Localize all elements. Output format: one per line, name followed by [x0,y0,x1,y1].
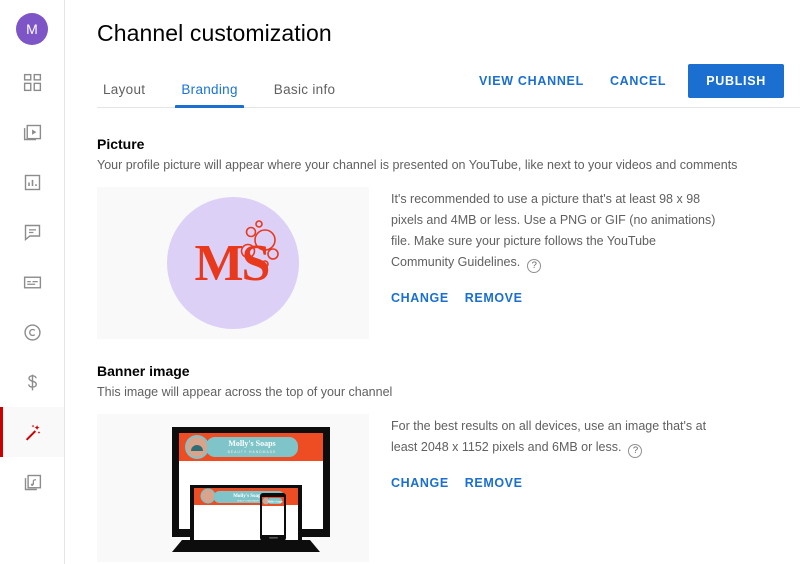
picture-section-title: Picture [97,136,784,152]
picture-action-links: CHANGE REMOVE [391,289,721,307]
sidebar-item-dashboard[interactable] [0,57,64,107]
picture-section-body: M S It [97,187,784,339]
subtitles-icon [22,272,43,293]
header-actions: VIEW CHANNEL CANCEL PUBLISH [467,64,784,107]
banner-change-button[interactable]: CHANGE [391,474,449,492]
tabbar-row: Layout Branding Basic info VIEW CHANNEL … [97,63,800,108]
banner-subtitle-text: BEAUTY HANDMADE [228,450,277,454]
sidebar-item-comments[interactable] [0,207,64,257]
sidebar-item-content[interactable] [0,107,64,157]
comment-bubble-icon [22,222,43,243]
banner-requirements-text: For the best results on all devices, use… [391,416,721,458]
help-icon[interactable]: ? [628,444,642,458]
cancel-button[interactable]: CANCEL [598,66,678,96]
picture-section-description: Your profile picture will appear where y… [97,157,784,174]
analytics-bar-chart-icon [22,172,43,193]
banner-device-preview-image: Molly's Soaps BEAUTY HANDMADE Molly's So… [108,418,358,558]
profile-picture-image: M S [153,188,313,338]
sidebar-item-subtitles[interactable] [0,257,64,307]
sidebar-nav [0,57,64,507]
picture-info-column: It's recommended to use a picture that's… [391,187,721,307]
tab-layout[interactable]: Layout [97,83,163,108]
tab-basic-info[interactable]: Basic info [256,83,354,108]
channel-avatar-container[interactable]: M [0,0,64,57]
picture-requirements-label: It's recommended to use a picture that's… [391,192,715,269]
svg-text:Molly's Soaps: Molly's Soaps [267,500,282,503]
profile-picture-preview[interactable]: M S [97,187,369,339]
sidebar-item-monetization[interactable] [0,357,64,407]
page-title: Channel customization [97,0,800,47]
video-library-icon [22,122,43,143]
sidebar: M [0,0,65,564]
banner-requirements-label: For the best results on all devices, use… [391,419,706,454]
tab-list: Layout Branding Basic info [97,83,353,108]
music-note-icon [22,472,43,493]
main-content: Channel customization Layout Branding Ba… [65,0,800,564]
tab-branding[interactable]: Branding [163,83,255,108]
banner-section-description: This image will appear across the top of… [97,384,784,401]
svg-text:BEAUTY HANDMADE: BEAUTY HANDMADE [237,499,259,502]
svg-text:Molly's Soaps: Molly's Soaps [233,494,263,499]
sidebar-item-customization[interactable] [0,407,64,457]
copyright-icon [22,322,43,343]
banner-image-preview[interactable]: Molly's Soaps BEAUTY HANDMADE Molly's So… [97,414,369,562]
sidebar-item-analytics[interactable] [0,157,64,207]
branding-settings: Picture Your profile picture will appear… [97,108,800,562]
banner-section: Banner image This image will appear acro… [97,363,784,562]
picture-remove-button[interactable]: REMOVE [465,289,523,307]
sidebar-item-copyright[interactable] [0,307,64,357]
banner-title-text: Molly's Soaps [228,439,275,448]
avatar: M [16,13,48,45]
picture-change-button[interactable]: CHANGE [391,289,449,307]
banner-remove-button[interactable]: REMOVE [465,474,523,492]
picture-section: Picture Your profile picture will appear… [97,136,784,339]
help-icon[interactable]: ? [527,259,541,273]
banner-section-title: Banner image [97,363,784,379]
view-channel-button[interactable]: VIEW CHANNEL [467,66,596,96]
svg-text:M: M [194,235,243,292]
picture-requirements-text: It's recommended to use a picture that's… [391,189,721,273]
magic-wand-icon [22,422,43,443]
sidebar-item-audio-library[interactable] [0,457,64,507]
dashboard-icon [22,72,43,93]
dollar-sign-icon [22,372,43,393]
publish-button[interactable]: PUBLISH [688,64,784,98]
banner-section-body: Molly's Soaps BEAUTY HANDMADE Molly's So… [97,414,784,562]
youtube-studio-window: M [0,0,800,564]
banner-info-column: For the best results on all devices, use… [391,414,721,492]
banner-action-links: CHANGE REMOVE [391,474,721,492]
